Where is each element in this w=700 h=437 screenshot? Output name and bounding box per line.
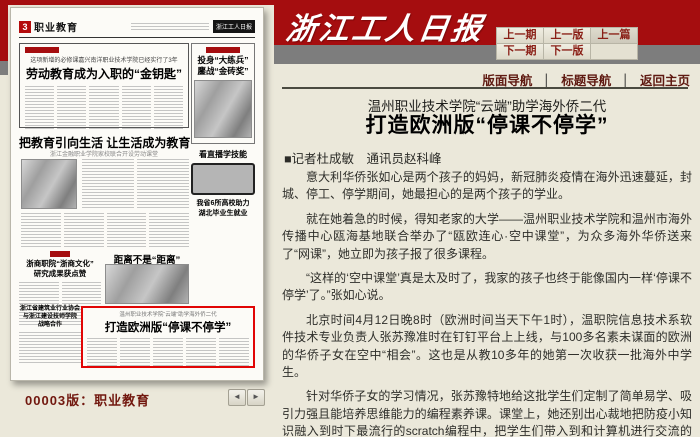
thumb-a1-body-text (25, 86, 183, 130)
app-window: 浙江工人日报 上一期 上一版 上一篇 下一期 下一版 版面导航 │ 标题导航 │… (0, 0, 700, 437)
thumb-article-competition: 投身“大练兵” 鏖战“金砖奖” (191, 43, 255, 144)
next-issue-button[interactable]: 下一期 (497, 44, 543, 59)
thumb-dateline-text (131, 23, 209, 30)
thumb-header-rule (19, 37, 255, 38)
newspaper-page: 3 职业教育 浙江工人日报 这项新增的必修课嘉兴南洋职业技术学院已经实行了3年 … (10, 7, 264, 381)
tag-badge (25, 47, 59, 53)
right-arrow-icon: ► (252, 392, 260, 401)
article-title: 打造欧洲版“停课不停学” (282, 109, 692, 139)
tag-badge (50, 251, 70, 257)
thumb-a2-body-text (82, 159, 189, 209)
prev-arrow-button[interactable]: ◄ (228, 389, 246, 406)
separator: │ (622, 74, 630, 88)
paragraph-1: 意大利华侨张如心是两个孩子的妈妈，新冠肺炎疫情在海外迅速蔓延，封城、停工、停学期… (282, 169, 692, 204)
prev-issue-button[interactable]: 上一期 (497, 28, 543, 43)
thumb-a3-headline-line1: 浙商职院“浙商文化” (19, 259, 101, 269)
thumb-a1-kicker: 这项新增的必修课嘉兴南洋职业技术学院已经实行了3年 (25, 55, 183, 64)
thumb-a5-body-text (19, 332, 81, 364)
thumb-page-number: 3 (19, 21, 31, 33)
article-pager: ◄ ► (228, 389, 265, 406)
thumb-a6-headline-line2: 鏖战“金砖奖” (194, 66, 252, 77)
thumb-a8-headline-line2: 湖北毕业生就业 (191, 209, 255, 218)
thumb-a5-headline-line1: 浙江省建筑业行业协会 (19, 305, 81, 313)
layout-nav-link[interactable]: 版面导航 (482, 74, 532, 88)
prev-page-button[interactable]: 上一版 (544, 28, 590, 43)
thumb-a2-subhead: 浙江金融职业学院家校联合开设劳动课堂 (19, 149, 189, 158)
thumb-page-header: 3 职业教育 浙江工人日报 (19, 19, 255, 34)
thumb-right-column: 投身“大练兵” 鏖战“金砖奖” 看直播学技能 我省6所高校助力 湖北毕业生就业 (191, 43, 255, 221)
thumb-a6-headline-line1: 投身“大练兵” (194, 55, 252, 66)
next-arrow-button[interactable]: ► (247, 389, 265, 406)
thumb-featured-body-text (87, 338, 249, 366)
separator: │ (543, 74, 551, 88)
article-body: 意大利华侨张如心是两个孩子的妈妈，新冠肺炎疫情在海外迅速蔓延，封城、停工、停学期… (282, 169, 692, 437)
thumb-masthead-badge: 浙江工人日报 (213, 20, 255, 33)
thumb-article-construction: 浙江省建筑业行业协会 与浙江建设技师学院 战略合作 (19, 305, 81, 364)
next-page-button[interactable]: 下一版 (544, 44, 590, 59)
thumb-a5-headline-line2: 与浙江建设技师学院 (19, 313, 81, 321)
thumb-featured-headline: 打造欧洲版“停课不停学” (87, 319, 249, 335)
divider-line (282, 87, 688, 89)
page-label: 00003版：职业教育 (25, 390, 150, 409)
thumb-section-title: 职业教育 (34, 19, 78, 34)
masthead-logo: 浙江工人日报 (284, 4, 520, 44)
home-link[interactable]: 返回主页 (640, 74, 690, 88)
thumb-photo-phone (191, 163, 255, 195)
thumb-featured-kicker: 温州职业技术学院“云端”助学海外侨二代 (87, 310, 249, 318)
thumb-photo-hands (21, 159, 77, 209)
thumb-a1-headline: 劳动教育成为入职的“金钥匙” (25, 65, 183, 82)
thumb-a2-body-text-lower (21, 213, 189, 247)
thumb-photo-students (105, 264, 189, 304)
left-arrow-icon: ◄ (233, 392, 241, 401)
thumb-article-labor-education: 这项新增的必修课嘉兴南洋职业技术学院已经实行了3年 劳动教育成为入职的“金钥匙” (19, 43, 189, 128)
thumb-a7-headline: 看直播学技能 (191, 149, 255, 160)
thumb-a8-headline-line1: 我省6所高校助力 (191, 199, 255, 208)
thumb-photo-workers (194, 80, 252, 138)
thumb-a3-headline-line2: 研究成果获点赞 (19, 269, 101, 279)
paragraph-5: 针对华侨子女的学习情况，张苏豫特地给这批学生们定制了简单易学、吸引力强且能培养思… (282, 388, 692, 437)
article-byline: ■记者杜成敏 通讯员赵科峰 (284, 148, 442, 167)
paragraph-2: 就在她着急的时候，得知老家的大学——温州职业技术学院和温州市海外传播中心瓯海基地… (282, 211, 692, 263)
paragraph-4: 北京时间4月12日晚8时（欧洲时间当天下午1时），温职院信息技术系软件技术专业负… (282, 312, 692, 382)
paragraph-3: “这样的‘空中课堂’真是太及时了，我家的孩子也终于能像国内一样‘停课不停学’了。… (282, 270, 692, 305)
title-nav-link[interactable]: 标题导航 (561, 74, 611, 88)
tag-badge (206, 47, 240, 53)
prev-article-button[interactable]: 上一篇 (591, 28, 637, 43)
issue-nav-buttons: 上一期 上一版 上一篇 下一期 下一版 (496, 27, 638, 60)
empty-button-cell (591, 44, 637, 59)
newspaper-thumbnail[interactable]: 3 职业教育 浙江工人日报 这项新增的必修课嘉兴南洋职业技术学院已经实行了3年 … (8, 5, 274, 382)
thumb-a5-headline-line3: 战略合作 (19, 321, 81, 329)
thumb-featured-article-highlight[interactable]: 温州职业技术学院“云端”助学海外侨二代 打造欧洲版“停课不停学” (81, 306, 255, 368)
